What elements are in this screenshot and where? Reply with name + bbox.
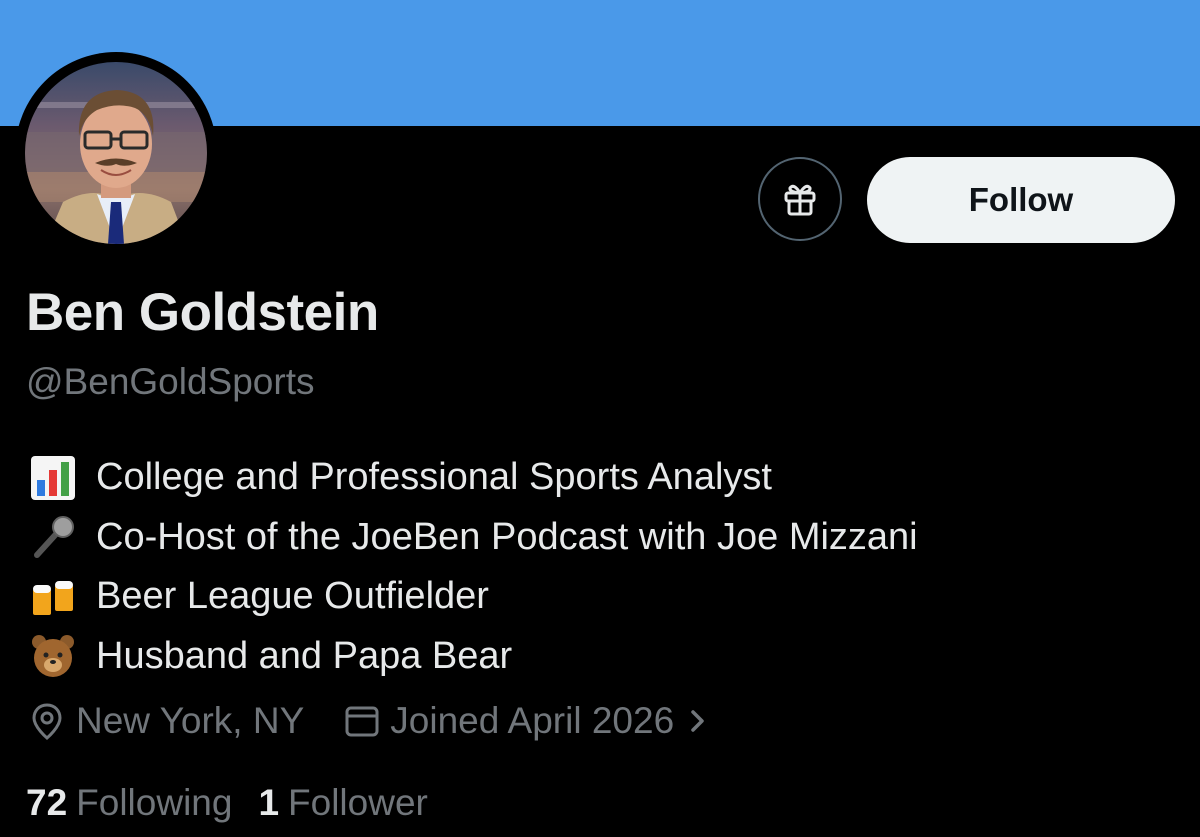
chevron-right-icon bbox=[691, 710, 704, 732]
joined-date[interactable]: Joined April 2026 bbox=[342, 700, 716, 742]
following-stat[interactable]: 72 Following bbox=[26, 782, 232, 824]
bio-line: Husband and Papa Bear bbox=[26, 627, 1176, 687]
bio-line-text: Husband and Papa Bear bbox=[96, 634, 513, 677]
bio-line-text: Co-Host of the JoeBen Podcast with Joe M… bbox=[96, 515, 918, 558]
display-name: Ben Goldstein bbox=[26, 283, 379, 342]
followers-count: 1 bbox=[258, 782, 280, 823]
follow-stats: 72 Following 1 Follower bbox=[26, 782, 428, 824]
avatar-ring bbox=[15, 52, 217, 254]
bar-chart-emoji bbox=[26, 451, 80, 505]
follow-button[interactable]: Follow bbox=[867, 157, 1175, 243]
bio-line: Co-Host of the JoeBen Podcast with Joe M… bbox=[26, 508, 1176, 568]
profile-handle: @BenGoldSports bbox=[26, 361, 315, 402]
gift-button[interactable] bbox=[758, 157, 842, 241]
avatar[interactable] bbox=[25, 62, 207, 244]
joined-text: Joined April 2026 bbox=[390, 700, 675, 741]
location-pin-icon bbox=[32, 703, 62, 740]
calendar-icon bbox=[345, 706, 379, 737]
bio-line-text: Beer League Outfielder bbox=[96, 575, 489, 618]
following-label: Following bbox=[76, 782, 233, 823]
gift-icon bbox=[784, 184, 816, 216]
bear-face-emoji bbox=[26, 629, 80, 683]
followers-label: Follower bbox=[288, 782, 428, 823]
followers-stat[interactable]: 1 Follower bbox=[258, 782, 427, 824]
microphone-emoji bbox=[26, 510, 80, 564]
bio-line: College and Professional Sports Analyst bbox=[26, 448, 1176, 508]
avatar-portrait-image bbox=[25, 62, 207, 244]
profile-page: Follow Ben Goldstein @BenGoldSports Coll… bbox=[0, 0, 1200, 837]
profile-bio: College and Professional Sports Analyst … bbox=[26, 448, 1176, 686]
beer-mugs-emoji bbox=[26, 570, 80, 624]
following-count: 72 bbox=[26, 782, 68, 823]
bio-line: Beer League Outfielder bbox=[26, 567, 1176, 627]
location: New York, NY bbox=[26, 700, 304, 742]
bio-line-text: College and Professional Sports Analyst bbox=[96, 456, 772, 499]
location-text: New York, NY bbox=[76, 700, 305, 741]
profile-meta: New York, NY Joined April 2026 bbox=[26, 700, 716, 742]
